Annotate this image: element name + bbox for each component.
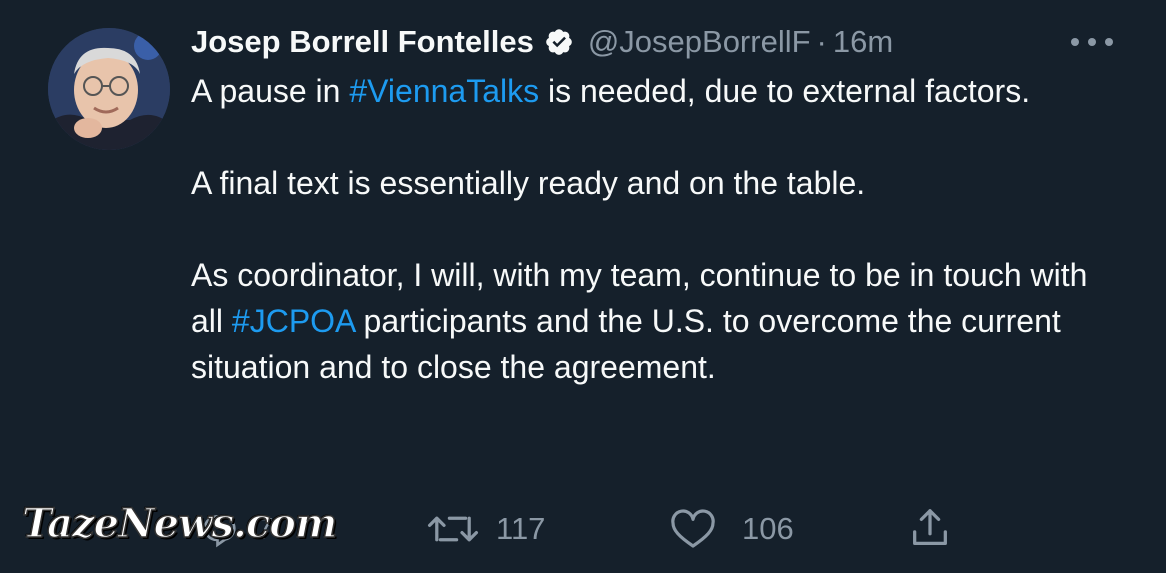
share-icon	[906, 505, 954, 551]
separator-dot: ·	[816, 24, 827, 59]
tweet-header: Josep Borrell Fontelles @JosepBorrellF ·…	[191, 22, 893, 62]
retweet-button[interactable]: 117	[426, 509, 545, 549]
tweet-paragraph-2: A final text is essentially ready and on…	[191, 165, 866, 201]
share-button[interactable]	[906, 505, 954, 551]
author-name[interactable]: Josep Borrell Fontelles	[191, 24, 534, 60]
author-avatar[interactable]	[48, 28, 170, 150]
tweet-paragraph-3: As coordinator, I will, with my team, co…	[191, 252, 1091, 390]
text-segment: is needed, due to external factors.	[539, 73, 1031, 109]
author-handle[interactable]: @JosepBorrellF	[588, 24, 811, 60]
like-count: 106	[742, 511, 794, 546]
like-button[interactable]: 106	[668, 509, 794, 549]
retweet-count: 117	[496, 511, 546, 546]
hashtag-link[interactable]: #JCPOA	[232, 303, 355, 339]
watermark: TazeNews.com	[21, 499, 338, 548]
text-segment: A pause in	[191, 73, 350, 109]
tweet-text: A pause in #ViennaTalks is needed, due t…	[191, 68, 1091, 390]
hashtag-link[interactable]: #ViennaTalks	[349, 73, 539, 109]
more-options-icon[interactable]	[1066, 30, 1118, 54]
retweet-icon	[426, 509, 480, 549]
heart-icon	[668, 509, 718, 549]
tweet-timestamp[interactable]: 16m	[833, 24, 893, 60]
tweet-paragraph-1: A pause in #ViennaTalks is needed, due t…	[191, 68, 1091, 114]
verified-badge-icon	[544, 27, 574, 57]
